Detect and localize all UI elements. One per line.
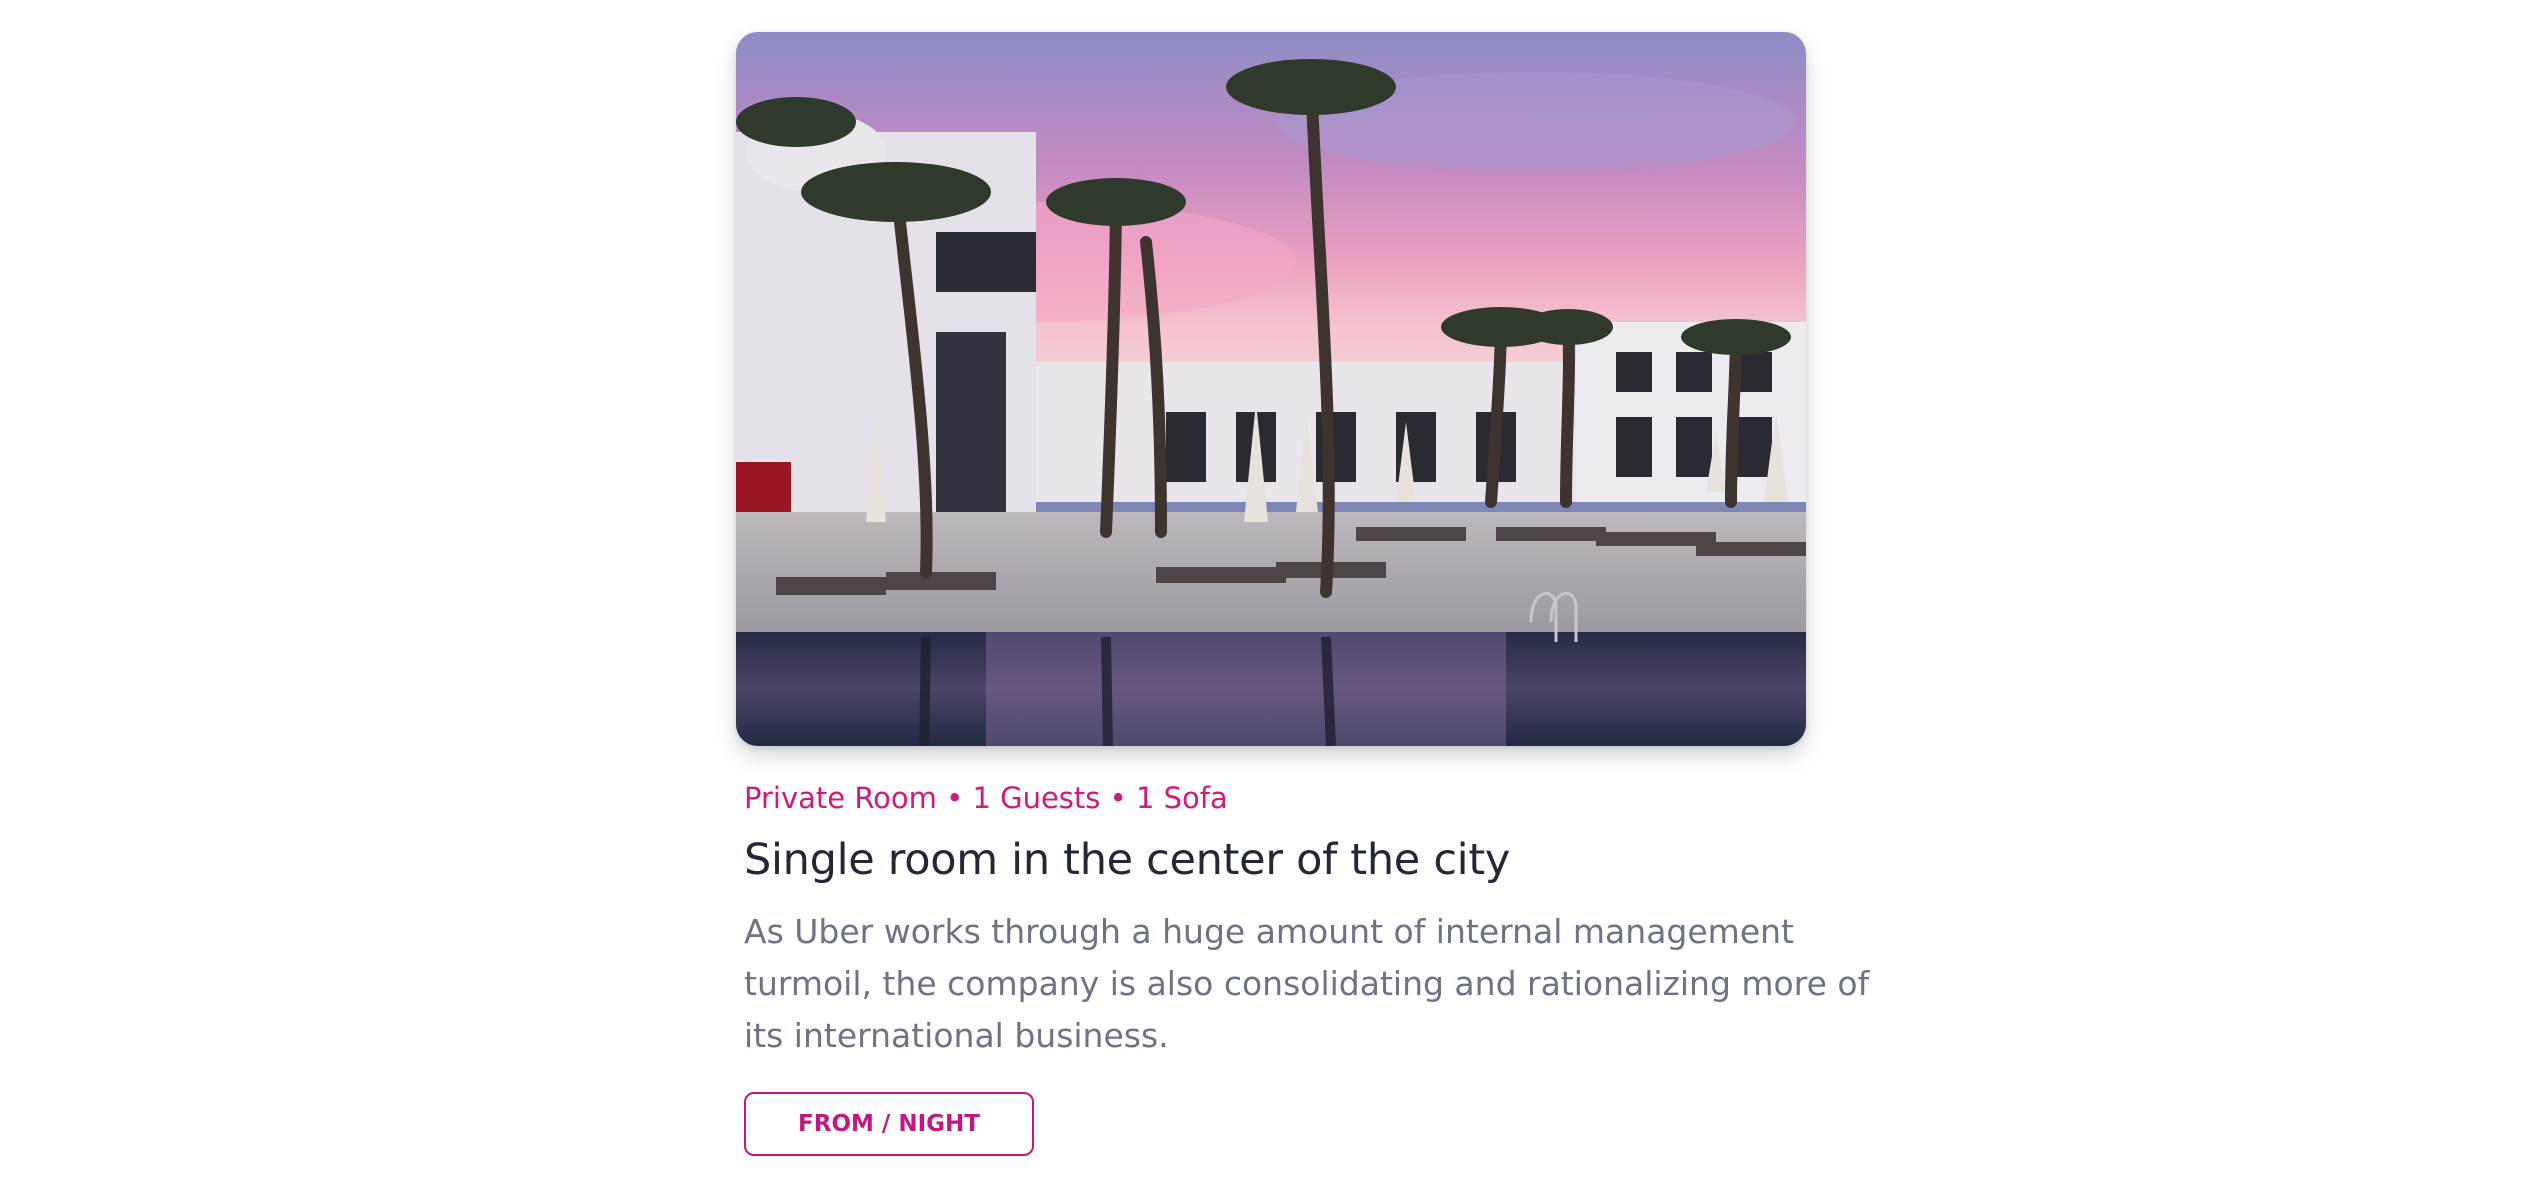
price-button[interactable]: FROM / NIGHT — [744, 1092, 1034, 1156]
resort-pool-image — [736, 32, 1806, 746]
listing-description: As Uber works through a huge amount of i… — [744, 906, 1870, 1062]
description-line: turmoil, the company is also consolidati… — [744, 964, 1870, 1003]
listing-meta: Private Room • 1 Guests • 1 Sofa — [744, 781, 1228, 815]
description-line: As Uber works through a huge amount of i… — [744, 912, 1794, 951]
listing-card: Private Room • 1 Guests • 1 Sofa Single … — [736, 32, 1869, 1156]
listing-title: Single room in the center of the city — [744, 835, 1511, 885]
description-line: its international business. — [744, 1016, 1169, 1055]
listing-photo[interactable] — [736, 32, 1806, 746]
